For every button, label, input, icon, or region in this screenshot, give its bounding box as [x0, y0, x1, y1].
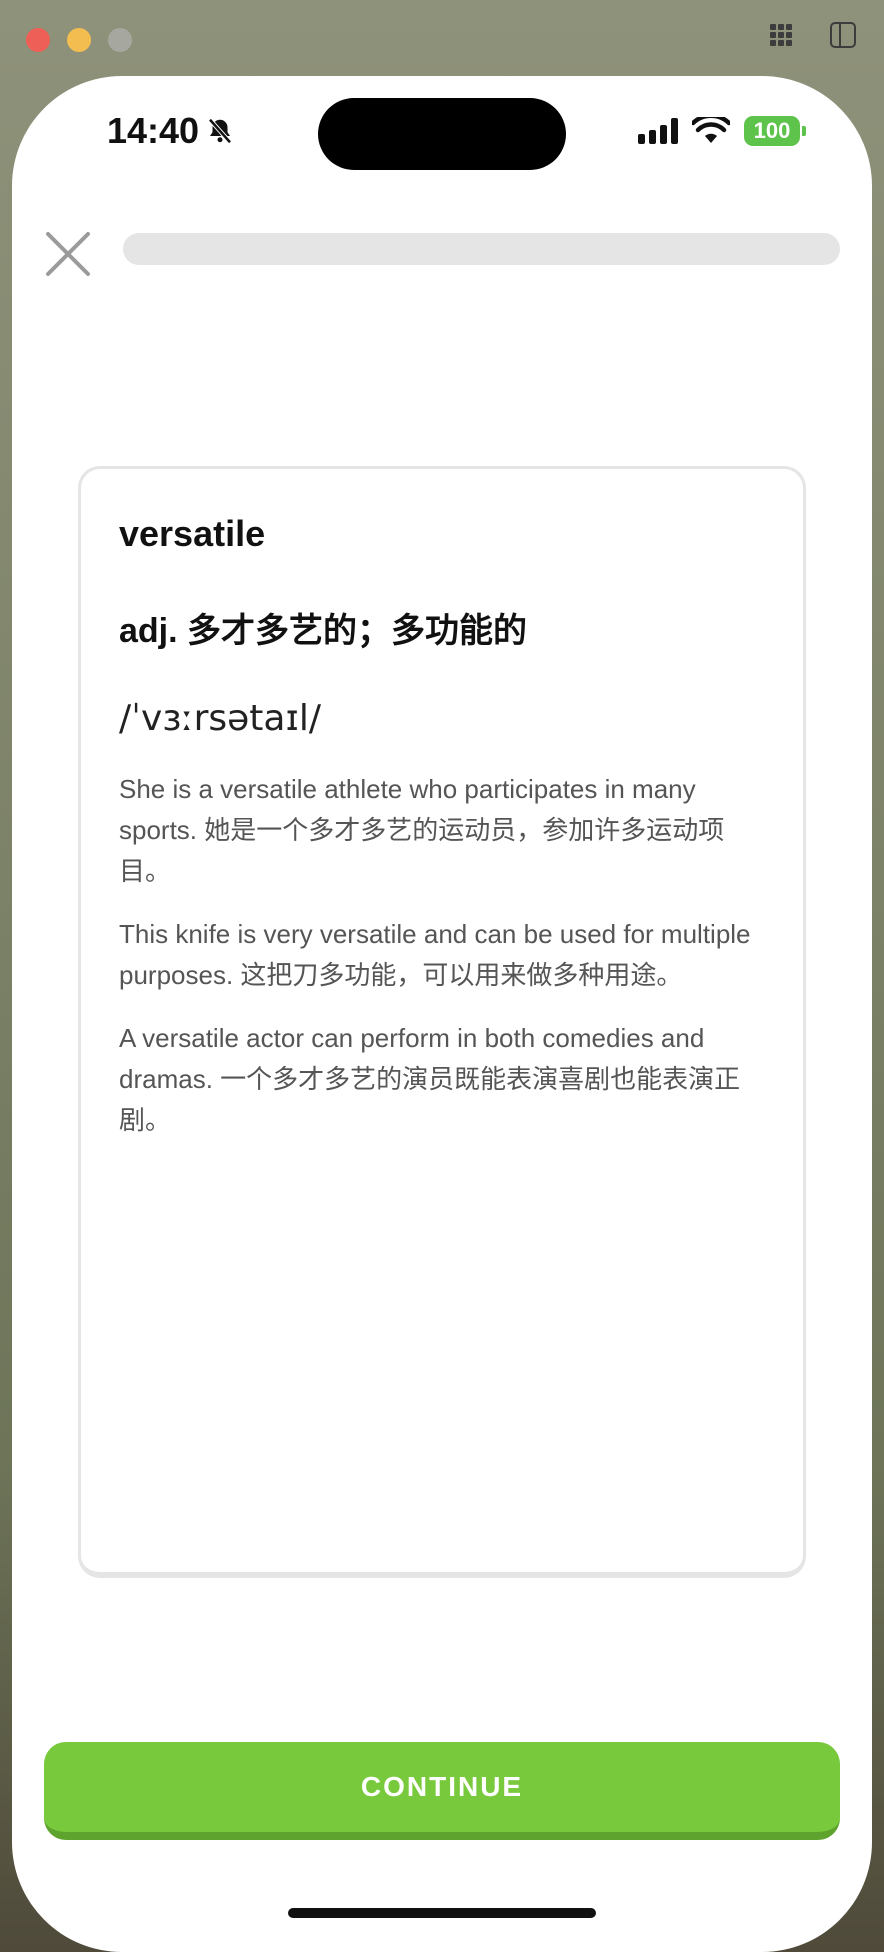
vocabulary-card: versatile adj. 多才多艺的；多功能的 /ˈvɜːrsətaɪl/ … — [78, 466, 806, 1578]
cellular-signal-icon — [638, 118, 678, 144]
bell-muted-icon — [208, 118, 232, 144]
example-sentence: This knife is very versatile and can be … — [119, 919, 751, 990]
phonetic-transcription: /ˈvɜːrsətaɪl/ — [119, 698, 321, 739]
example-sentence: A versatile actor can perform in both co… — [119, 1023, 741, 1135]
wifi-icon — [692, 117, 730, 143]
close-lesson-button[interactable] — [40, 226, 96, 282]
window-toolbar — [770, 22, 856, 48]
continue-button[interactable]: CONTINUE — [44, 1742, 840, 1840]
battery-level: 100 — [753, 118, 791, 143]
close-icon — [46, 232, 90, 276]
lesson-progress-bar — [123, 233, 840, 265]
sidebar-toggle-icon[interactable] — [830, 22, 856, 48]
example-sentence: She is a versatile athlete who participa… — [119, 774, 725, 886]
time-label: 14:40 — [107, 110, 200, 151]
minimize-window-button[interactable] — [67, 28, 91, 52]
part-of-speech-definition: adj. 多才多艺的；多功能的 — [119, 612, 528, 650]
window-controls — [26, 28, 132, 52]
home-indicator[interactable] — [288, 1908, 596, 1918]
battery-icon: 100 — [744, 116, 806, 146]
status-bar-indicators: 100 — [638, 116, 806, 146]
phone-screen: 14:40 100 versatile adj. 多才多艺的；多功能的 /ˈvɜ… — [12, 76, 872, 1952]
vocab-word: versatile — [119, 513, 266, 554]
zoom-window-button[interactable] — [108, 28, 132, 52]
status-bar-time: 14:40 — [107, 110, 235, 152]
grid-icon[interactable] — [770, 24, 792, 46]
dynamic-island — [318, 98, 566, 170]
close-window-button[interactable] — [26, 28, 50, 52]
